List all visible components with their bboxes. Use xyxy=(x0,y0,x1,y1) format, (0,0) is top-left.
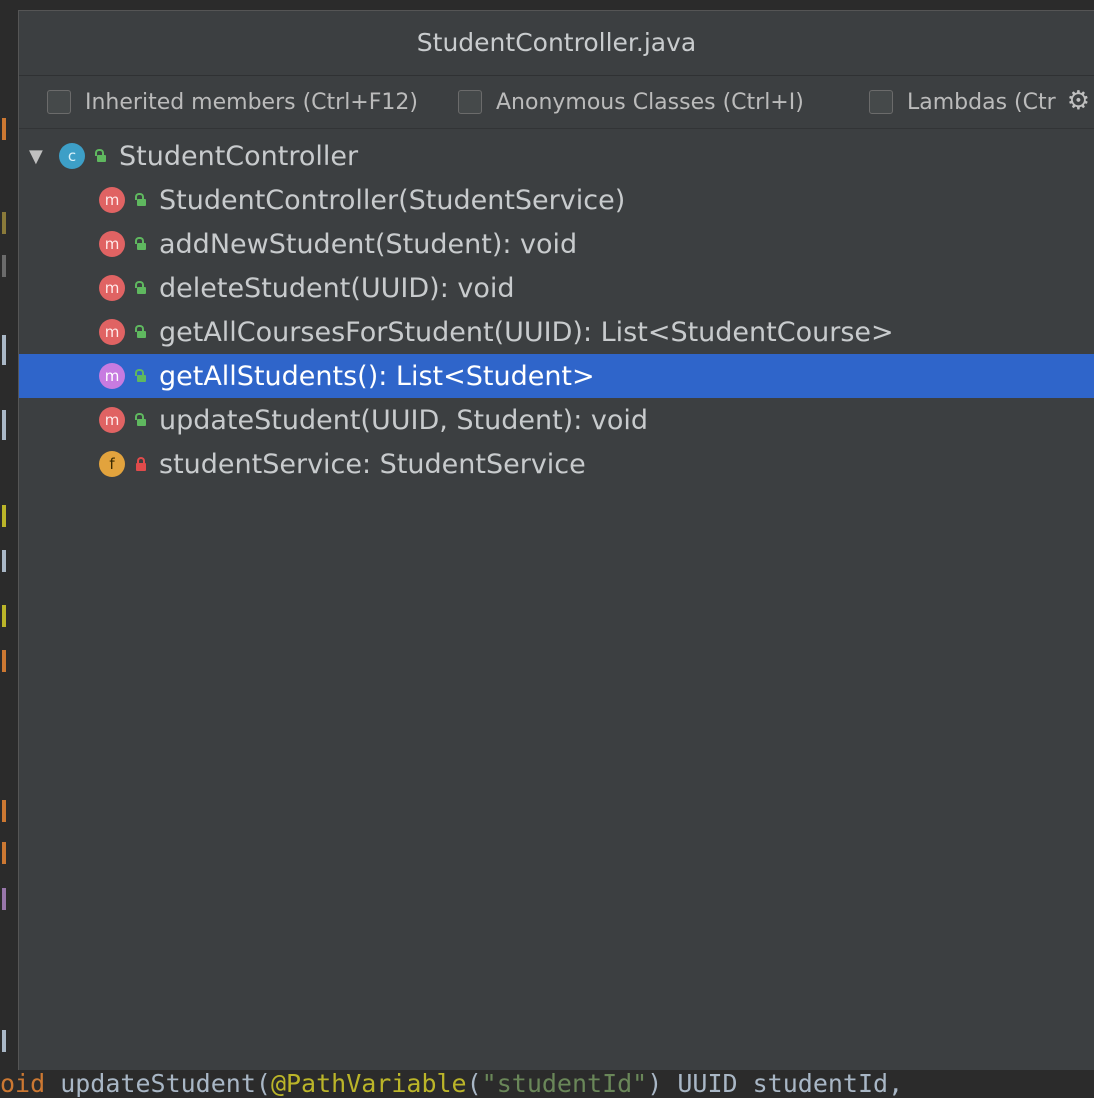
tree-item-field[interactable]: f studentService: StudentService xyxy=(19,442,1094,486)
private-visibility-icon xyxy=(135,457,147,471)
tree-item-method[interactable]: m deleteStudent(UUID): void xyxy=(19,266,1094,310)
filter-bar: Inherited members (Ctrl+F12) Anonymous C… xyxy=(19,76,1094,129)
gutter-mark xyxy=(2,650,6,672)
popup-title: StudentController.java xyxy=(19,11,1094,76)
method-icon: m xyxy=(99,187,125,213)
file-structure-popup[interactable]: StudentController.java Inherited members… xyxy=(18,10,1094,1070)
gutter-mark xyxy=(2,800,6,822)
filter-label: Lambdas (Ctr xyxy=(907,89,1056,115)
gutter-mark xyxy=(2,550,6,572)
tree-item-method[interactable]: m addNewStudent(Student): void xyxy=(19,222,1094,266)
public-visibility-icon xyxy=(135,369,147,383)
editor-code-line: oid updateStudent(@PathVariable("student… xyxy=(0,1070,1094,1098)
code-string: "studentId" xyxy=(481,1070,648,1098)
expand-arrow-icon[interactable]: ▼ xyxy=(29,146,51,167)
tree-item-label: StudentController xyxy=(119,140,359,172)
code-annotation: @PathVariable xyxy=(270,1070,467,1098)
tree-root-studentcontroller[interactable]: ▼ c StudentController xyxy=(19,134,1094,178)
tree-item-method[interactable]: m updateStudent(UUID, Student): void xyxy=(19,398,1094,442)
editor-gutter xyxy=(0,10,18,1070)
gutter-mark xyxy=(2,842,6,864)
gutter-mark xyxy=(2,255,6,277)
public-visibility-icon xyxy=(135,325,147,339)
tree-item-label: getAllCoursesForStudent(UUID): List<Stud… xyxy=(159,316,894,348)
code-paren: ( xyxy=(466,1070,482,1098)
checkbox-lambdas[interactable] xyxy=(869,90,893,114)
gutter-mark xyxy=(2,1030,6,1052)
field-icon: f xyxy=(99,451,125,477)
tree-item-label: getAllStudents(): List<Student> xyxy=(159,360,595,392)
public-visibility-icon xyxy=(135,237,147,251)
code-params: ) UUID studentId, xyxy=(647,1070,904,1098)
tree-item-method-selected[interactable]: m getAllStudents(): List<Student> xyxy=(19,354,1094,398)
gutter-mark xyxy=(2,410,6,440)
tree-item-label: updateStudent(UUID, Student): void xyxy=(159,404,649,436)
method-icon: m xyxy=(99,363,125,389)
editor-background-top xyxy=(0,0,1094,10)
gear-icon[interactable]: ⚙ xyxy=(1067,86,1090,116)
gutter-mark xyxy=(2,605,6,627)
code-method-name: updateStudent( xyxy=(45,1070,271,1098)
method-icon: m xyxy=(99,319,125,345)
public-visibility-icon xyxy=(95,149,107,163)
tree-item-method[interactable]: m StudentController(StudentService) xyxy=(19,178,1094,222)
gutter-mark xyxy=(2,212,6,234)
gutter-mark xyxy=(2,335,6,365)
public-visibility-icon xyxy=(135,413,147,427)
tree-item-label: addNewStudent(Student): void xyxy=(159,228,578,260)
class-icon: c xyxy=(59,143,85,169)
tree-item-label: StudentController(StudentService) xyxy=(159,184,626,216)
tree-item-label: deleteStudent(UUID): void xyxy=(159,272,515,304)
filter-lambdas[interactable]: Lambdas (Ctr xyxy=(869,88,1056,116)
gutter-mark xyxy=(2,888,6,910)
tree-item-label: studentService: StudentService xyxy=(159,448,586,480)
gutter-mark xyxy=(2,118,6,140)
code-keyword: oid xyxy=(0,1070,46,1098)
filter-label: Anonymous Classes (Ctrl+I) xyxy=(496,89,804,115)
method-icon: m xyxy=(99,275,125,301)
tree-item-method[interactable]: m getAllCoursesForStudent(UUID): List<St… xyxy=(19,310,1094,354)
filter-label: Inherited members (Ctrl+F12) xyxy=(85,89,418,115)
filter-inherited-members[interactable]: Inherited members (Ctrl+F12) xyxy=(47,88,418,116)
public-visibility-icon xyxy=(135,281,147,295)
method-icon: m xyxy=(99,407,125,433)
checkbox-anonymous-classes[interactable] xyxy=(458,90,482,114)
public-visibility-icon xyxy=(135,193,147,207)
checkbox-inherited-members[interactable] xyxy=(47,90,71,114)
gutter-mark xyxy=(2,505,6,527)
method-icon: m xyxy=(99,231,125,257)
filter-anonymous-classes[interactable]: Anonymous Classes (Ctrl+I) xyxy=(458,88,804,116)
